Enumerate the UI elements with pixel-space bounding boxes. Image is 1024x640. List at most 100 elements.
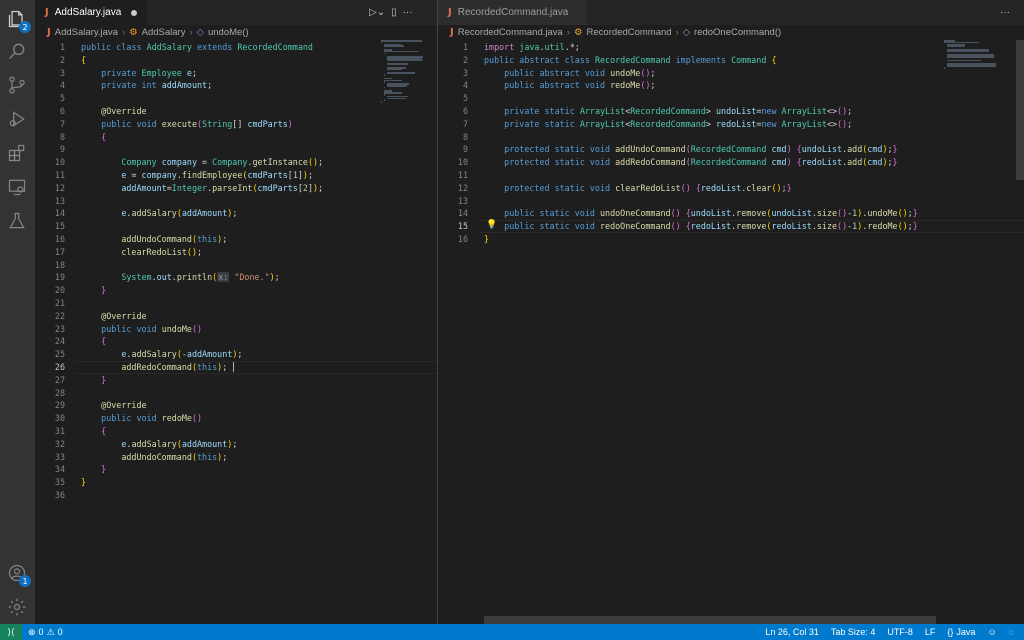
code-line[interactable]: 9 [35,143,437,156]
tab-recordedcommand[interactable]: J RecordedCommand.java [438,0,586,25]
code-text: @Override [81,105,146,118]
code-line[interactable]: 3 public abstract void undoMe(); [438,67,1024,80]
code-line[interactable]: 7 public void execute(String[] cmdParts) [35,118,437,131]
breadcrumb-method[interactable]: redoOneCommand() [694,27,781,38]
code-line[interactable]: 36 [35,489,437,502]
code-line[interactable]: 6 @Override [35,105,437,118]
more-actions-icon[interactable]: ··· [1000,7,1010,18]
code-line[interactable]: 1 import java.util.*; [438,41,1024,54]
code-line[interactable]: 1 public class AddSalary extends Recorded… [35,41,437,54]
breadcrumb-file[interactable]: AddSalary.java [55,27,118,38]
run-icon[interactable]: ▷⌄ [369,7,385,18]
encoding[interactable]: UTF-8 [881,627,919,637]
code-editor[interactable]: 1 import java.util.*; 2 public abstract cla… [438,40,1024,624]
vertical-scrollbar[interactable] [1016,40,1024,180]
testing-icon[interactable] [6,210,28,232]
code-line[interactable]: 14 public static void undoOneCommand() {… [438,207,1024,220]
code-line[interactable]: 13 [438,195,1024,208]
problems-indicator[interactable]: ⊗ 0 ⚠ 0 [22,627,69,638]
code-line[interactable]: 24 { [35,335,437,348]
code-line[interactable]: 18 [35,259,437,272]
account-icon[interactable]: 1 [6,562,31,587]
code-token: protected static void [504,157,616,168]
remote-explorer-icon[interactable] [6,176,28,198]
run-debug-icon[interactable] [6,108,28,130]
remote-indicator-icon[interactable]: ⟩⟨ [0,624,22,640]
code-line[interactable]: 23 public void undoMe() [35,323,437,336]
code-line[interactable]: 19 System.out.println(x: "Done."); [35,271,437,284]
code-line[interactable]: 16 addUndoCommand(this); [35,233,437,246]
code-line[interactable]: 32 e.addSalary(addAmount); [35,438,437,451]
breadcrumb-class[interactable]: AddSalary [142,27,186,38]
code-text: } [81,374,106,387]
code-line[interactable]: 13 [35,195,437,208]
breadcrumb-file[interactable]: RecordedCommand.java [458,27,563,38]
code-line[interactable]: 2 public abstract class RecordedCommand i… [438,54,1024,67]
line-number: 24 [54,336,65,347]
unsaved-dot-icon[interactable] [131,9,137,16]
code-line[interactable]: 29 @Override [35,399,437,412]
code-line[interactable]: 26 addRedoCommand(this); [35,361,437,374]
code-line[interactable]: 10 Company company = Company.getInstance… [35,156,437,169]
settings-gear-icon[interactable] [6,596,28,618]
breadcrumb-class[interactable]: RecordedCommand [587,27,672,38]
code-line[interactable]: 5 [35,92,437,105]
code-line[interactable]: 8 { [35,131,437,144]
minimap[interactable] [381,40,436,103]
code-line[interactable]: 14 e.addSalary(addAmount); [35,207,437,220]
code-line[interactable]: 8 [438,131,1024,144]
tab-size[interactable]: Tab Size: 4 [825,627,882,637]
tab-addsalary[interactable]: J AddSalary.java [35,0,147,25]
horizontal-scrollbar[interactable] [484,616,936,624]
notifications-bell-icon[interactable]: ◌ [1003,627,1024,637]
code-line[interactable]: 27 } [35,374,437,387]
code-line[interactable]: 6 private static ArrayList<RecordedComma… [438,105,1024,118]
code-line[interactable]: 28 [35,387,437,400]
breadcrumb-method[interactable]: undoMe() [208,27,249,38]
code-line[interactable]: 16} [438,233,1024,246]
code-token: cmdParts [257,182,298,193]
code-line[interactable]: 5 [438,92,1024,105]
end-of-line[interactable]: LF [919,627,942,637]
code-line[interactable]: 22 @Override [35,310,437,323]
code-line[interactable]: 3 private Employee e; [35,67,437,80]
cursor-position[interactable]: Ln 26, Col 31 [759,627,825,637]
code-editor[interactable]: 1 public class AddSalary extends Recorded… [35,40,437,624]
language-mode[interactable]: {} Java [941,627,981,637]
code-line[interactable]: 11 e = company.findEmployee(cmdParts[1])… [35,169,437,182]
code-line[interactable]: 10 protected static void addRedoCommand(… [438,156,1024,169]
code-line[interactable]: 12 protected static void clearRedoList()… [438,182,1024,195]
code-line[interactable]: 31 { [35,425,437,438]
code-line[interactable]: 4 private int addAmount; [35,79,437,92]
code-line[interactable]: 12 addAmount=Integer.parseInt(cmdParts[2… [35,182,437,195]
feedback-icon[interactable]: ☺ [981,627,1002,637]
source-control-icon[interactable] [6,74,28,96]
code-line[interactable]: 15 [35,220,437,233]
extensions-icon[interactable] [6,142,28,164]
split-editor-icon[interactable]: ▯ [391,7,397,18]
code-line[interactable]: 15 public static void redoOneCommand() {… [438,220,1024,233]
code-token: } [892,144,898,155]
files-icon[interactable]: 2 [6,8,31,33]
code-line[interactable]: 35} [35,476,437,489]
minimap[interactable] [944,40,999,100]
code-line[interactable]: 20 } [35,284,437,297]
code-line[interactable]: 11 [438,169,1024,182]
code-line[interactable]: 17 clearRedoList(); [35,246,437,259]
code-line[interactable]: 21 [35,297,437,310]
code-line[interactable]: 2{ [35,54,437,67]
search-icon[interactable] [6,40,28,62]
code-line[interactable]: 30 public void redoMe() [35,412,437,425]
code-line[interactable]: 25 e.addSalary(-addAmount); [35,348,437,361]
code-line[interactable]: 34 } [35,463,437,476]
code-line[interactable]: 4 public abstract void redoMe(); [438,79,1024,92]
lightbulb-icon[interactable]: 💡 [486,219,497,230]
more-actions-icon[interactable]: ··· [403,7,413,18]
code-line[interactable]: 9 protected static void addUndoCommand(R… [438,143,1024,156]
code-line[interactable]: 33 addUndoCommand(this); [35,451,437,464]
code-line[interactable]: 7 private static ArrayList<RecordedComma… [438,118,1024,131]
